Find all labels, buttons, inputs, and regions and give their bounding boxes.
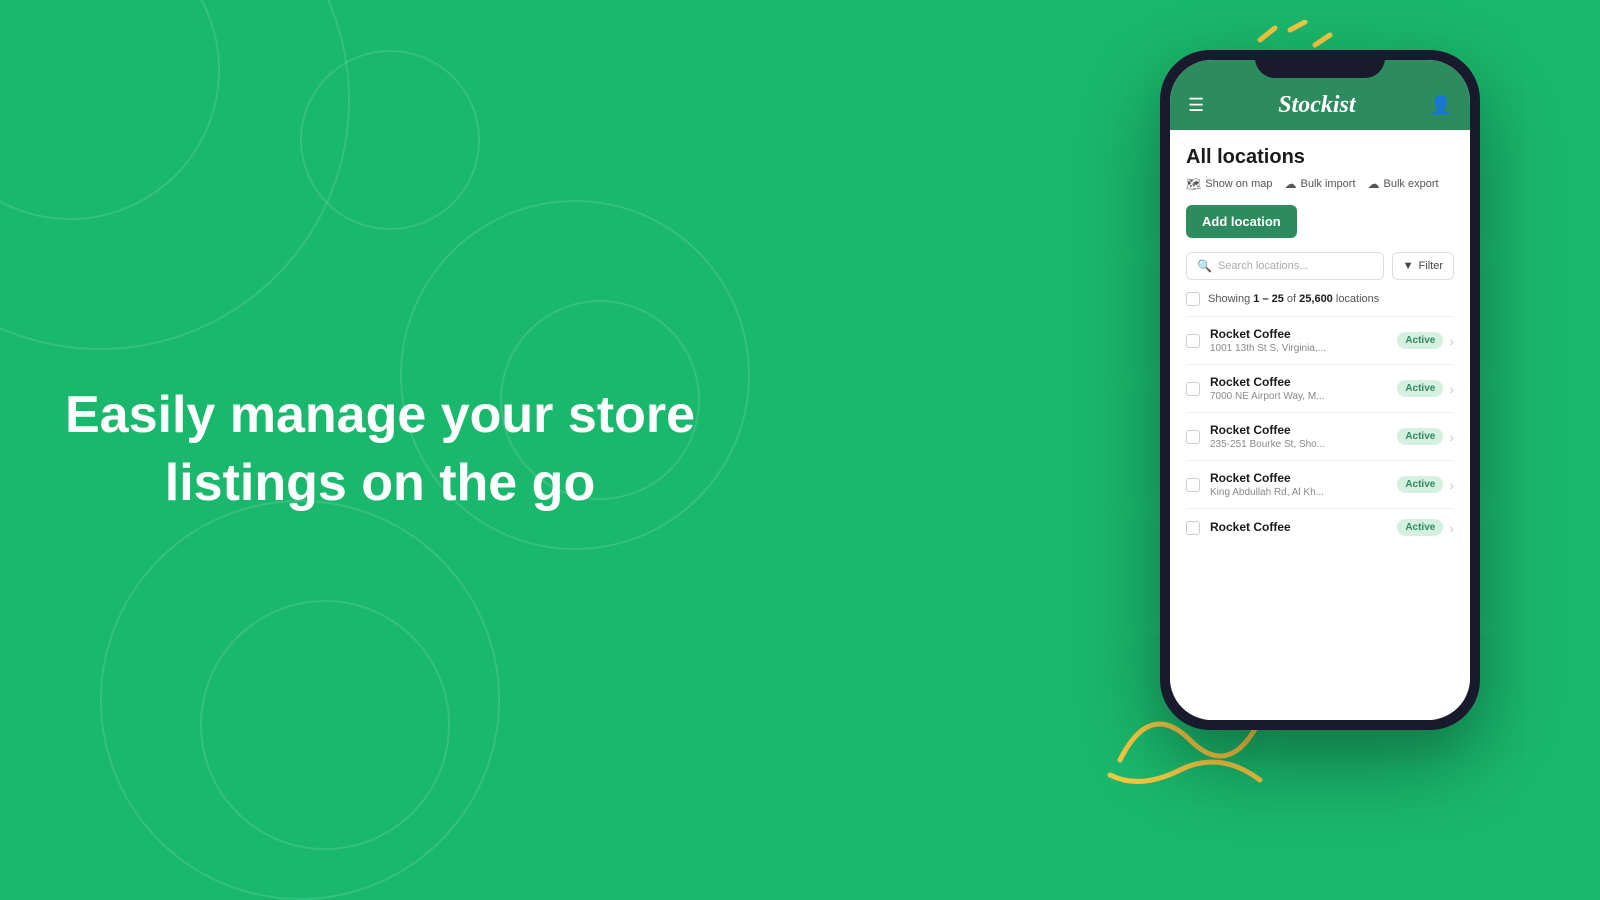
location-item[interactable]: Rocket Coffee Active ›: [1186, 508, 1454, 546]
item-address-1: 1001 13th St S, Virginia,...: [1210, 343, 1387, 354]
item-name-4: Rocket Coffee: [1210, 471, 1387, 485]
menu-icon[interactable]: ☰: [1188, 96, 1204, 114]
showing-row: Showing 1 – 25 of 25,600 locations: [1186, 292, 1454, 306]
search-box[interactable]: 🔍 Search locations...: [1186, 252, 1384, 280]
showing-total: 25,600: [1299, 293, 1333, 305]
page-title: All locations: [1186, 146, 1454, 169]
item-info-3: Rocket Coffee 235-251 Bourke St, Sho...: [1210, 423, 1387, 450]
export-icon: ☁: [1368, 177, 1380, 191]
item-name-2: Rocket Coffee: [1210, 375, 1387, 389]
app-body: All locations 🗺 Show on map ☁ Bulk impor…: [1170, 130, 1470, 562]
chevron-right-icon-2: ›: [1449, 381, 1454, 397]
status-badge-4: Active: [1397, 476, 1443, 493]
location-item[interactable]: Rocket Coffee 235-251 Bourke St, Sho... …: [1186, 412, 1454, 460]
show-on-map-link[interactable]: 🗺 Show on map: [1186, 177, 1273, 191]
item-right-2: Active ›: [1397, 380, 1454, 397]
showing-text: Showing 1 – 25 of 25,600 locations: [1208, 293, 1379, 305]
item-info-4: Rocket Coffee King Abdullah Rd, Al Kh...: [1210, 471, 1387, 498]
item-name-5: Rocket Coffee: [1210, 520, 1387, 534]
bulk-export-link[interactable]: ☁ Bulk export: [1368, 177, 1439, 191]
filter-label: Filter: [1419, 260, 1443, 272]
chevron-right-icon-5: ›: [1449, 520, 1454, 536]
search-filter-row: 🔍 Search locations... ▼ Filter: [1186, 252, 1454, 280]
import-icon: ☁: [1285, 177, 1297, 191]
location-item[interactable]: Rocket Coffee King Abdullah Rd, Al Kh...…: [1186, 460, 1454, 508]
item-info-5: Rocket Coffee: [1210, 520, 1387, 536]
item-address-3: 235-251 Bourke St, Sho...: [1210, 439, 1387, 450]
bulk-import-link[interactable]: ☁ Bulk import: [1285, 177, 1356, 191]
item-right-1: Active ›: [1397, 332, 1454, 349]
phone-notch: [1255, 50, 1385, 78]
show-on-map-label: Show on map: [1205, 178, 1272, 190]
chevron-right-icon-1: ›: [1449, 333, 1454, 349]
item-checkbox-5[interactable]: [1186, 521, 1200, 535]
item-info-2: Rocket Coffee 7000 NE Airport Way, M...: [1210, 375, 1387, 402]
item-checkbox-4[interactable]: [1186, 478, 1200, 492]
item-right-3: Active ›: [1397, 428, 1454, 445]
item-name-3: Rocket Coffee: [1210, 423, 1387, 437]
item-checkbox-3[interactable]: [1186, 430, 1200, 444]
app-content: ☰ Stockist 👤 All locations 🗺 Show on map: [1170, 60, 1470, 720]
item-right-5: Active ›: [1397, 519, 1454, 536]
status-badge-1: Active: [1397, 332, 1443, 349]
filter-button[interactable]: ▼ Filter: [1392, 252, 1454, 280]
showing-range: 1 – 25: [1253, 293, 1284, 305]
location-item[interactable]: Rocket Coffee 7000 NE Airport Way, M... …: [1186, 364, 1454, 412]
hero-heading: Easily manage your store listings on the…: [60, 382, 700, 517]
search-input[interactable]: Search locations...: [1218, 260, 1309, 272]
status-badge-5: Active: [1397, 519, 1443, 536]
app-logo: Stockist: [1278, 92, 1355, 119]
item-address-4: King Abdullah Rd, Al Kh...: [1210, 487, 1387, 498]
status-badge-2: Active: [1397, 380, 1443, 397]
map-icon: 🗺: [1186, 177, 1201, 191]
search-icon: 🔍: [1197, 259, 1212, 273]
bulk-export-label: Bulk export: [1384, 178, 1439, 190]
item-address-2: 7000 NE Airport Way, M...: [1210, 391, 1387, 402]
status-badge-3: Active: [1397, 428, 1443, 445]
add-location-button[interactable]: Add location: [1186, 205, 1297, 238]
phone-screen: ☰ Stockist 👤 All locations 🗺 Show on map: [1170, 60, 1470, 720]
item-checkbox-1[interactable]: [1186, 334, 1200, 348]
filter-icon: ▼: [1403, 260, 1414, 272]
item-name-1: Rocket Coffee: [1210, 327, 1387, 341]
item-info-1: Rocket Coffee 1001 13th St S, Virginia,.…: [1210, 327, 1387, 354]
location-list: Rocket Coffee 1001 13th St S, Virginia,.…: [1186, 316, 1454, 546]
item-right-4: Active ›: [1397, 476, 1454, 493]
hero-section: Easily manage your store listings on the…: [0, 0, 760, 900]
chevron-right-icon-4: ›: [1449, 477, 1454, 493]
phone-frame: ☰ Stockist 👤 All locations 🗺 Show on map: [1160, 50, 1480, 730]
action-links: 🗺 Show on map ☁ Bulk import ☁ Bulk expor…: [1186, 177, 1454, 191]
phone-mockup: ☰ Stockist 👤 All locations 🗺 Show on map: [1160, 50, 1480, 690]
item-checkbox-2[interactable]: [1186, 382, 1200, 396]
chevron-right-icon-3: ›: [1449, 429, 1454, 445]
user-icon[interactable]: 👤: [1430, 95, 1452, 116]
select-all-checkbox[interactable]: [1186, 292, 1200, 306]
bulk-import-label: Bulk import: [1301, 178, 1356, 190]
location-item[interactable]: Rocket Coffee 1001 13th St S, Virginia,.…: [1186, 316, 1454, 364]
